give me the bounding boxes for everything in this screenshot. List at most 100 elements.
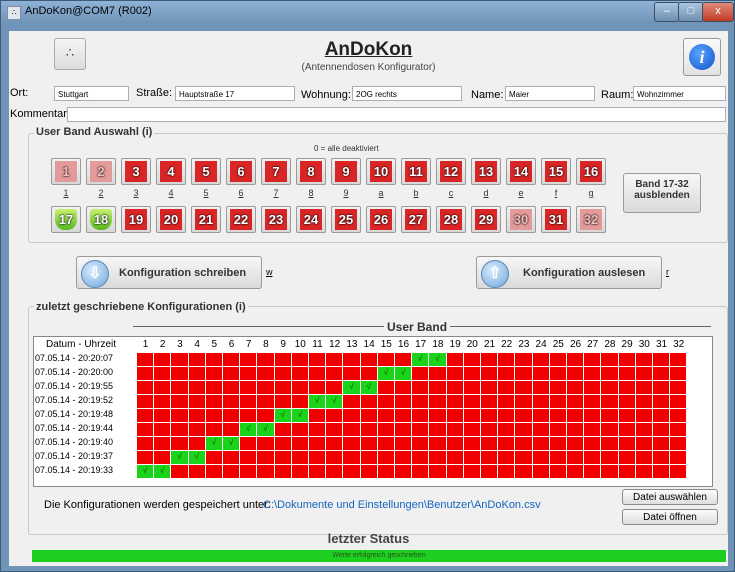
band-button-27[interactable]: 27 [401,206,431,233]
band-button-17[interactable]: 17 [51,206,81,233]
band-cell [670,395,688,409]
datum-cell: 07.05.14 - 20:19:48 [35,409,137,420]
band-cell [343,423,361,437]
band-cell [446,451,464,465]
band-cell [446,423,464,437]
band-cell [567,395,585,409]
band-cell [240,367,258,381]
band-button-22[interactable]: 22 [226,206,256,233]
band-button-1[interactable]: 1 [51,158,81,185]
band-cell [188,395,206,409]
maximize-button[interactable]: □ [678,2,704,22]
band-cell [670,367,688,381]
band-cell [498,451,516,465]
raum-field[interactable]: Wohnzimmer [633,86,726,101]
band-cell [601,353,619,367]
band-cell [429,423,447,437]
name-field[interactable]: Maier [505,86,595,101]
band-button-3[interactable]: 3 [121,158,151,185]
band-cell [463,409,481,423]
band-cell [412,409,430,423]
band-cell: √ [137,465,155,479]
band-cell [171,423,189,437]
band-button-29[interactable]: 29 [471,206,501,233]
band-button-13[interactable]: 13 [471,158,501,185]
band-cell [567,437,585,451]
strasse-field[interactable]: Hauptstraße 17 [175,86,295,101]
close-button[interactable]: x [702,2,734,22]
band-number: 4 [167,164,175,179]
column-header: 32 [673,339,685,350]
band-shortcut: d [483,188,489,198]
band-shortcut: b [413,188,419,198]
band-button-15[interactable]: 15 [541,158,571,185]
band-button-25[interactable]: 25 [331,206,361,233]
band-cell [532,451,550,465]
datum-cell: 07.05.14 - 20:19:40 [35,437,137,448]
band-button-2[interactable]: 2 [86,158,116,185]
band-button-18[interactable]: 18 [86,206,116,233]
band-button-28[interactable]: 28 [436,206,466,233]
band-cell [670,465,688,479]
band-cell: √ [154,465,172,479]
band-cell [481,451,499,465]
band-header: User Band [384,320,451,334]
band-button-24[interactable]: 24 [296,206,326,233]
band-cell [171,465,189,479]
band-cell [618,465,636,479]
band-button-5[interactable]: 5 [191,158,221,185]
band-cell [257,451,275,465]
band-cell [223,353,241,367]
band-button-21[interactable]: 21 [191,206,221,233]
band-cell [653,437,671,451]
column-header: 21 [483,339,496,350]
write-config-button[interactable]: ⇩ Konfiguration schreiben [76,256,262,289]
column-header: 30 [638,339,650,350]
info-button[interactable]: i [683,38,721,76]
band-cell [429,395,447,409]
band-button-8[interactable]: 8 [296,158,326,185]
band-cell: √ [429,353,447,367]
band-button-9[interactable]: 9 [331,158,361,185]
band-button-26[interactable]: 26 [366,206,396,233]
band-button-23[interactable]: 23 [261,206,291,233]
kommentar-field[interactable] [67,107,726,122]
band-button-32[interactable]: 32 [576,206,606,233]
band-cell [429,367,447,381]
open-file-button[interactable]: Datei öffnen [622,509,718,525]
band-cell [446,395,464,409]
datum-cell: 07.05.14 - 20:19:52 [35,395,137,406]
band-button-31[interactable]: 31 [541,206,571,233]
band-button-4[interactable]: 4 [156,158,186,185]
band-button-12[interactable]: 12 [436,158,466,185]
band-button-11[interactable]: 11 [401,158,431,185]
wohnung-field[interactable]: 2OG rechts [352,86,462,101]
band-number: 10 [373,164,389,179]
save-location-path[interactable]: C:\Dokumente und Einstellungen\Benutzer\… [263,499,541,511]
band-button-20[interactable]: 20 [156,206,186,233]
band-cell [257,465,275,479]
band-button-14[interactable]: 14 [506,158,536,185]
band-button-6[interactable]: 6 [226,158,256,185]
band-button-7[interactable]: 7 [261,158,291,185]
choose-file-button[interactable]: Datei auswählen [622,489,718,505]
band-cell [446,437,464,451]
band-number: 24 [303,212,319,227]
ort-field[interactable]: Stuttgart [54,86,129,101]
band-button-19[interactable]: 19 [121,206,151,233]
minimize-button[interactable]: – [654,2,680,22]
band-cell [653,381,671,395]
band-number: 19 [128,212,144,227]
band-cell [463,451,481,465]
band-cell [618,409,636,423]
band-cell [635,367,653,381]
band-button-30[interactable]: 30 [506,206,536,233]
band-cell [549,353,567,367]
band-cell [532,423,550,437]
band-cell [274,367,292,381]
band-hint: 0 = alle deaktiviert [314,144,379,153]
band-button-16[interactable]: 16 [576,158,606,185]
band-button-10[interactable]: 10 [366,158,396,185]
toggle-bands-button[interactable]: Band 17-32 ausblenden [623,173,701,213]
read-config-button[interactable]: ⇧ Konfiguration auslesen [476,256,662,289]
